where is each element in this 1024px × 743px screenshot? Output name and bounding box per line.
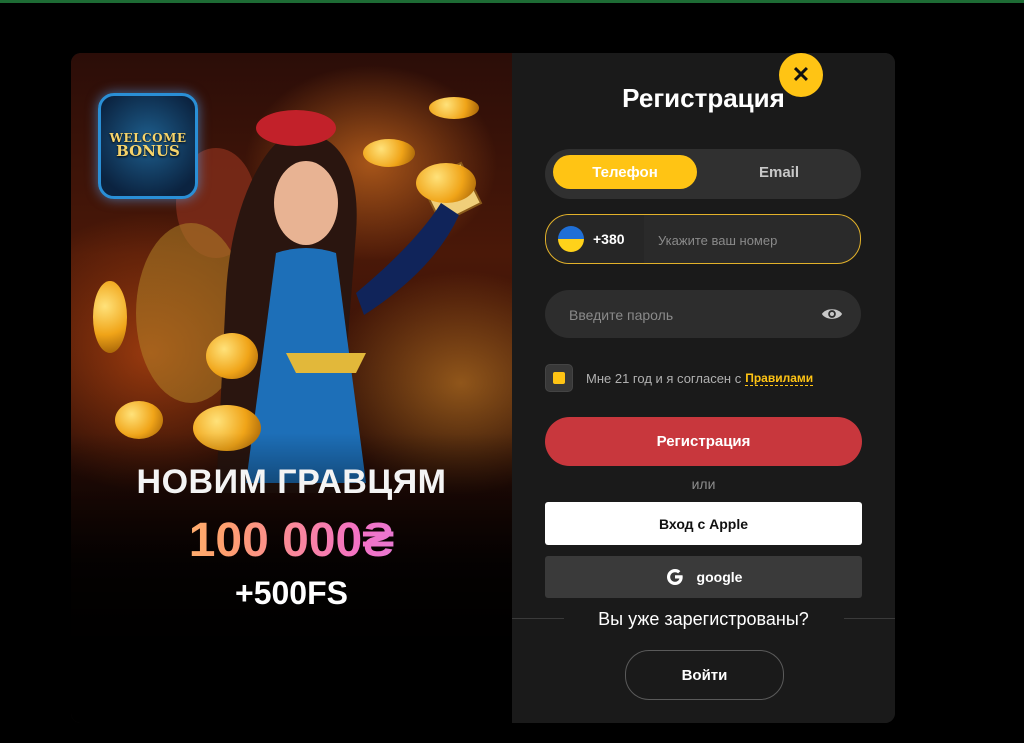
phone-input[interactable] bbox=[656, 215, 850, 265]
gold-coin bbox=[93, 281, 127, 353]
already-registered-text: Вы уже зарегистрованы? bbox=[598, 609, 809, 629]
top-accent-line bbox=[0, 0, 1024, 3]
gold-coin bbox=[363, 139, 415, 167]
google-g-icon bbox=[666, 569, 683, 585]
password-input[interactable] bbox=[567, 290, 811, 340]
tab-phone[interactable]: Телефон bbox=[553, 155, 697, 189]
google-login-label: google bbox=[696, 569, 743, 585]
apple-login-label: Вход с Apple bbox=[658, 515, 749, 532]
rules-link[interactable]: Правилами bbox=[745, 371, 814, 386]
agreement-checkbox[interactable] bbox=[545, 364, 573, 392]
close-icon: ✕ bbox=[791, 62, 811, 87]
agreement-text: Мне 21 год и я согласен с bbox=[586, 370, 742, 386]
auth-method-tabs: Телефон Email bbox=[545, 149, 861, 199]
phone-field: +380 bbox=[545, 214, 861, 265]
apple-login-button[interactable]: Вход с Apple bbox=[545, 502, 862, 545]
or-separator: или bbox=[691, 476, 716, 492]
registration-form: Регистрация Телефон Email +380 Мне 21 го… bbox=[512, 53, 895, 723]
login-button[interactable]: Войти bbox=[625, 650, 784, 700]
close-button[interactable]: ✕ bbox=[779, 53, 823, 97]
agreement-row: Мне 21 год и я согласен с Правилами bbox=[545, 364, 814, 392]
promo-banner: WELCOME BONUS НОВИМ ГРАВЦЯМ 100 000₴ +50… bbox=[71, 53, 512, 723]
registration-modal: WELCOME BONUS НОВИМ ГРАВЦЯМ 100 000₴ +50… bbox=[71, 53, 895, 723]
country-code-selector[interactable]: +380 bbox=[546, 215, 644, 263]
ukraine-flag-icon bbox=[558, 226, 584, 252]
country-code: +380 bbox=[593, 231, 625, 247]
welcome-bonus-badge-line2: BONUS bbox=[116, 142, 180, 161]
eye-icon[interactable] bbox=[821, 304, 843, 324]
promo-headline: НОВИМ ГРАВЦЯМ bbox=[136, 463, 447, 501]
password-field bbox=[545, 290, 861, 340]
tab-email[interactable]: Email bbox=[705, 155, 853, 189]
register-button[interactable]: Регистрация bbox=[545, 417, 862, 466]
google-login-button[interactable]: google bbox=[545, 556, 862, 598]
promo-free-spins: +500FS bbox=[235, 575, 348, 611]
gold-coin bbox=[416, 163, 476, 203]
gold-coin bbox=[429, 97, 479, 119]
welcome-bonus-badge: WELCOME BONUS bbox=[98, 93, 198, 199]
promo-bonus-amount: 100 000₴ bbox=[71, 513, 512, 568]
form-title: Регистрация bbox=[622, 83, 785, 113]
gold-coin bbox=[206, 333, 258, 379]
